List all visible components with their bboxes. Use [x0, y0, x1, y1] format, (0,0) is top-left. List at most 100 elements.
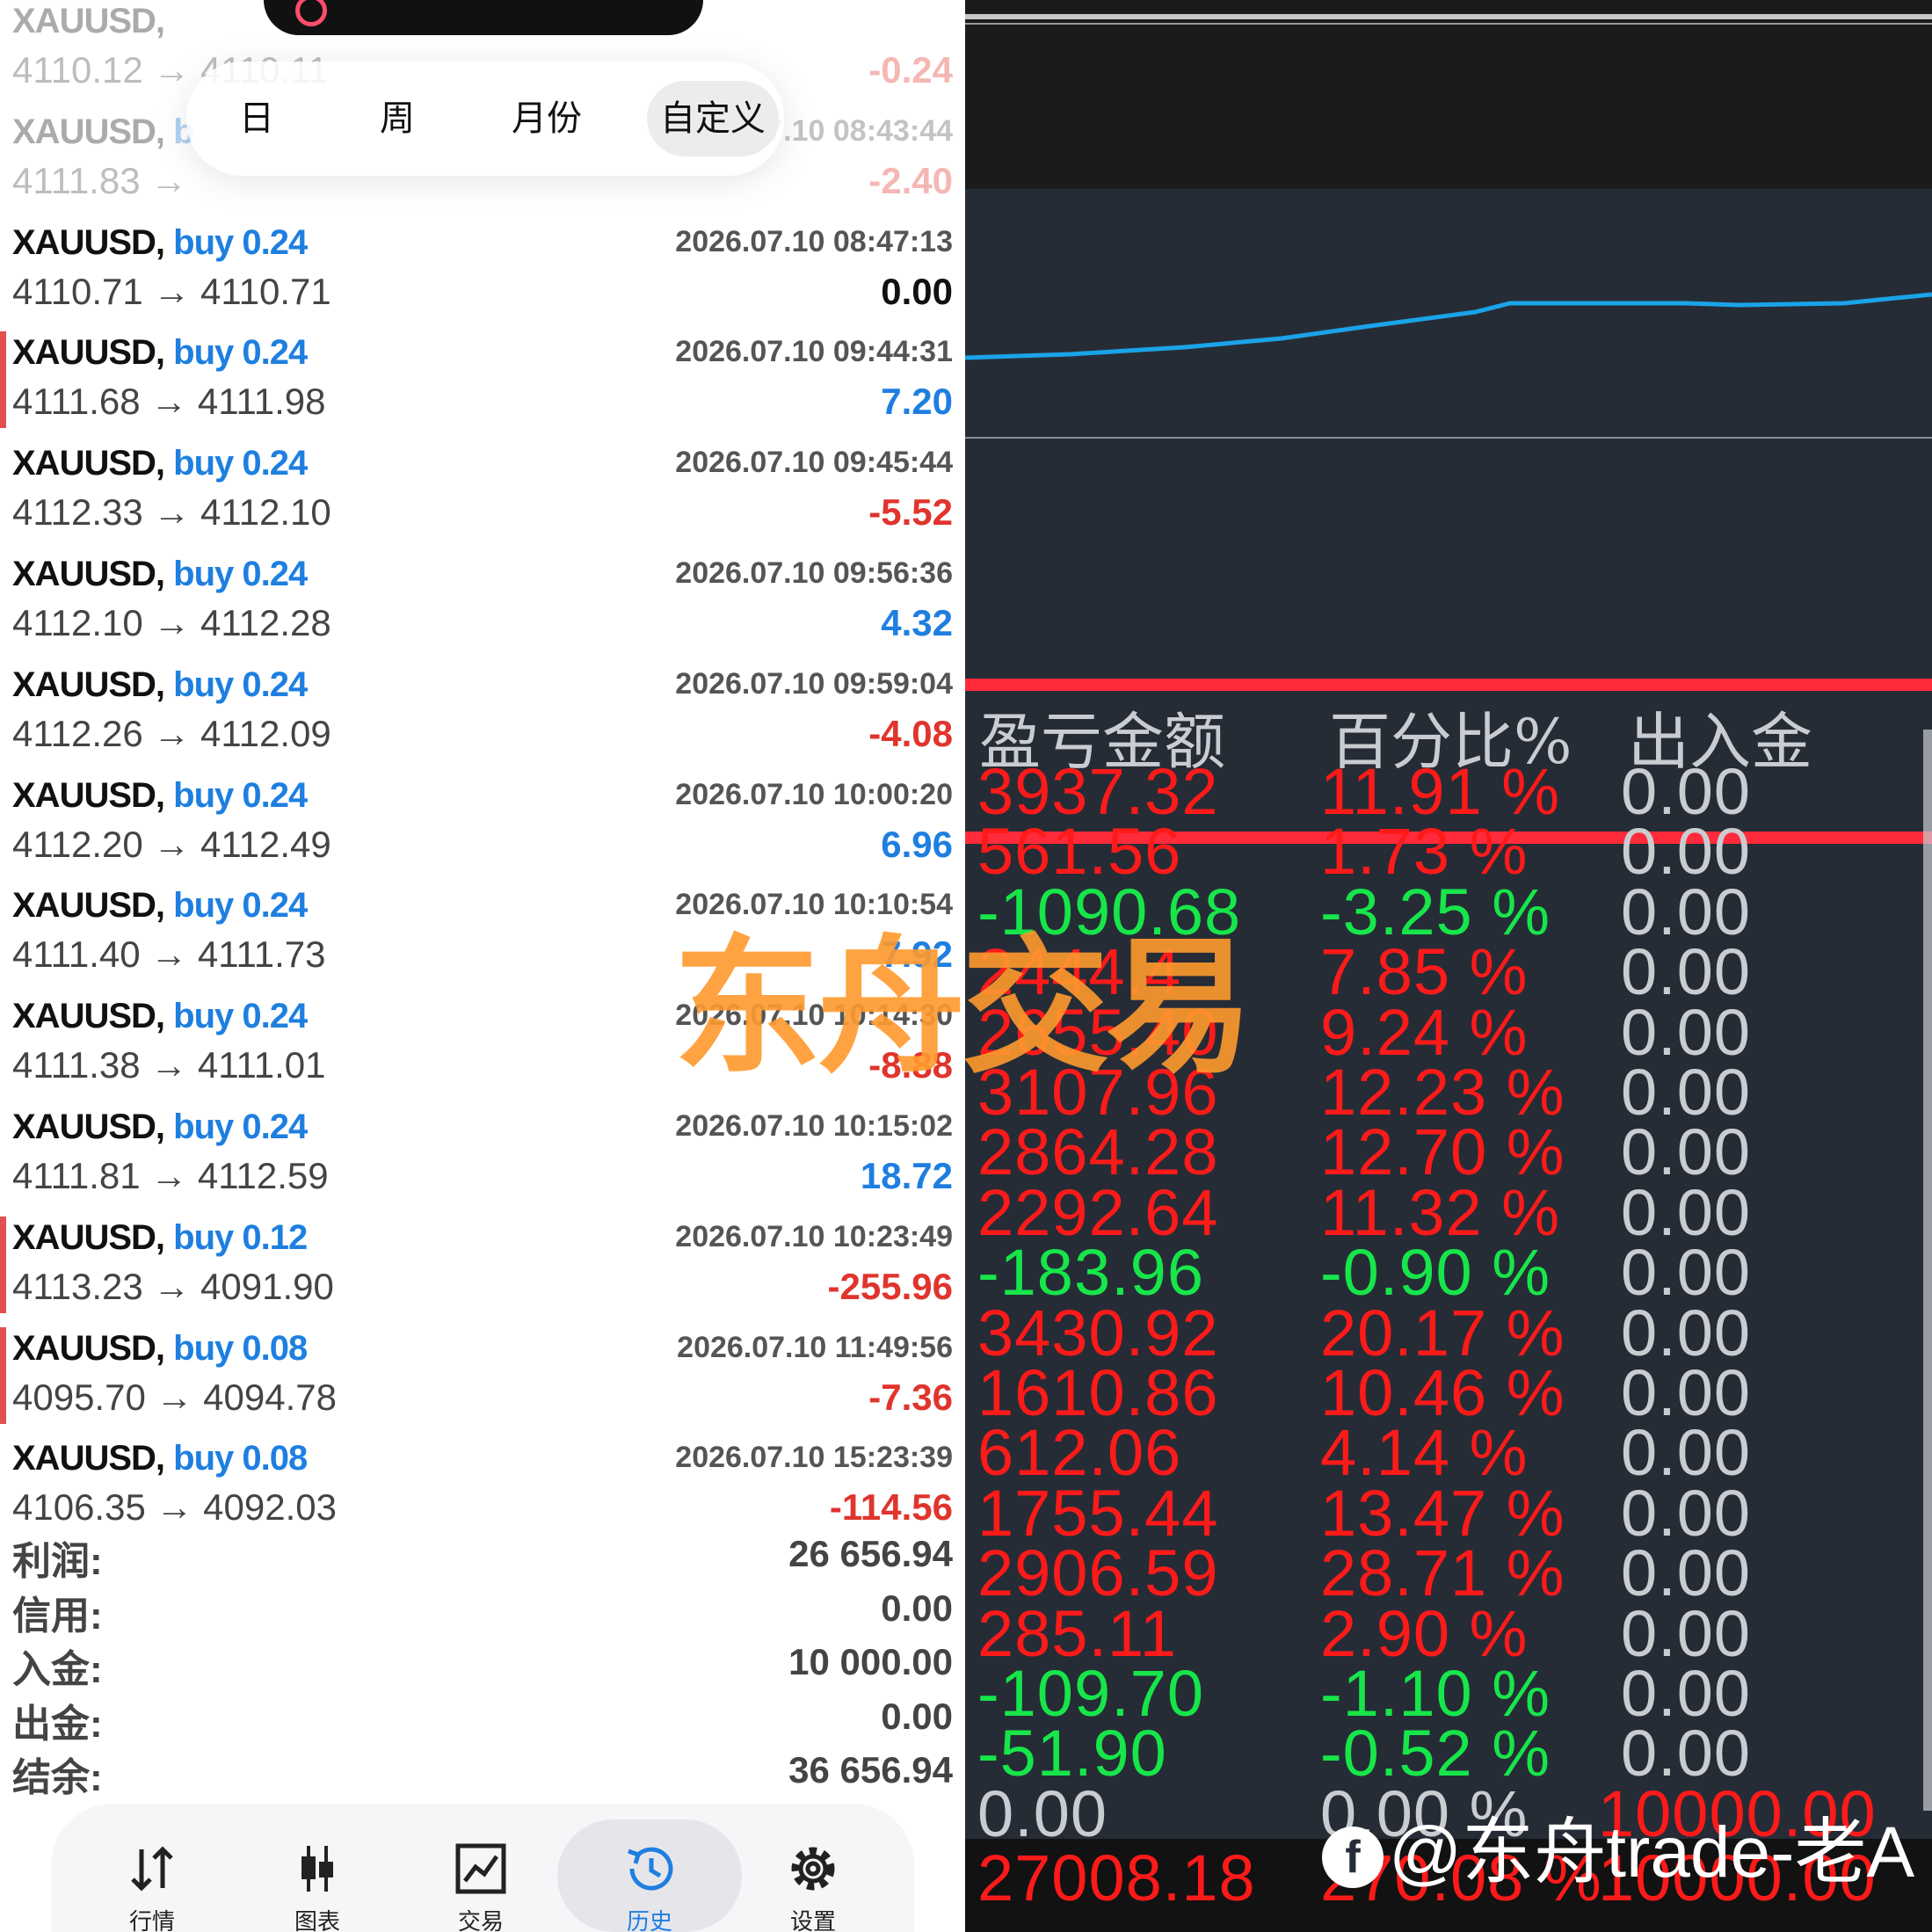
trade-time: 2026.07.10 15:23:39	[675, 1441, 953, 1475]
trade-time: 2026.07.10 10:23:49	[675, 1219, 953, 1253]
trade-symbol: XAUUSD, buy 0.24	[12, 222, 308, 262]
filter-tab-week[interactable]: 周	[327, 81, 468, 156]
trade-row[interactable]: XAUUSD, buy 0.24 2026.07.10 09:45:44 4112.…	[0, 435, 965, 546]
trade-row[interactable]: XAUUSD, buy 0.24 2026.07.10 10:00:20 4112.…	[0, 767, 965, 878]
trade-price: 4095.70 → 4094.78	[12, 1376, 337, 1418]
summary-row: 利润: 26 656.94	[0, 1529, 965, 1584]
trade-time: 2026.07.10 09:44:31	[675, 335, 953, 369]
summary-label: 利润:	[12, 1540, 103, 1583]
trade-side: buy 0.24	[173, 665, 308, 704]
summary-label: 出金:	[12, 1702, 103, 1746]
trade-side: buy 0.24	[173, 886, 308, 926]
summary-value: 36 656.94	[788, 1749, 953, 1790]
filter-tab-day[interactable]: 日	[186, 81, 327, 156]
trade-time: 2026.07.10 08:47:13	[675, 224, 953, 258]
trade-row[interactable]: XAUUSD, buy 0.24 2026.07.10 09:44:31 4111.…	[0, 324, 965, 435]
summary-row: 信用: 0.00	[0, 1584, 965, 1638]
trade-side: buy 0.24	[173, 1108, 308, 1146]
trade-side: buy 0.12	[173, 1217, 308, 1257]
trade-profit: -255.96	[827, 1265, 953, 1307]
trade-side: buy 0.24	[173, 555, 308, 593]
trade-time: 2026.07.10 09:59:04	[675, 666, 953, 701]
trade-symbol: XAUUSD, buy 0.24	[12, 665, 308, 704]
trade-profit: -4.08	[868, 712, 953, 754]
trade-row[interactable]: XAUUSD, buy 0.08 2026.07.10 15:23:39 4106.…	[0, 1430, 965, 1541]
summary-value: 10 000.00	[788, 1641, 953, 1682]
summary-row: 出金: 0.00	[0, 1692, 965, 1747]
trade-symbol: XAUUSD, buy 0.24	[12, 997, 308, 1036]
trade-symbol: XAUUSD, buy 0.24	[12, 886, 308, 926]
trade-symbol: XAUUSD, buy 0.24	[12, 333, 308, 373]
trade-price: 4113.23 → 4091.90	[12, 1265, 334, 1307]
nav-item-settings[interactable]: 设置	[747, 1804, 879, 1932]
highlight-bar-top	[965, 679, 1932, 691]
trade-symbol: XAUUSD, buy 0.24	[12, 1108, 308, 1146]
summary-value: 0.00	[881, 1587, 953, 1629]
summary-label: 信用:	[12, 1594, 103, 1638]
settings-icon	[791, 1847, 835, 1891]
trade-side: buy 0.24	[173, 997, 308, 1036]
nav-label: 行情	[128, 1908, 175, 1932]
trade-price: 4112.20 → 4112.49	[12, 823, 331, 865]
chart-border	[965, 23, 1932, 25]
trade-row[interactable]: XAUUSD, buy 0.24 2026.07.10 09:56:36 4112.…	[0, 546, 965, 657]
summary-row: 入金: 10 000.00	[0, 1638, 965, 1692]
trade-side: buy 0.24	[173, 333, 308, 373]
trade-side: buy 0.08	[173, 1439, 308, 1478]
nav-item-history[interactable]: 历史	[584, 1804, 715, 1932]
trade-profit: 18.72	[860, 1155, 953, 1196]
trade-profit: -7.36	[868, 1376, 953, 1418]
bottom-nav: 行情 图表 交易 历史 设置	[51, 1804, 914, 1932]
trade-price: 4111.68 → 4111.98	[12, 381, 326, 423]
nav-label: 历史	[626, 1908, 672, 1932]
trade-profit: -5.52	[868, 491, 953, 534]
trade-symbol: XAUUSD, buy 0.24	[12, 775, 308, 815]
filter-tab-month[interactable]: 月份	[468, 81, 626, 156]
chart-border	[965, 14, 1932, 19]
trade-time: 2026.07.10 09:45:44	[675, 446, 953, 480]
trade-icon	[455, 1843, 506, 1894]
trade-row[interactable]: XAUUSD, buy 0.12 2026.07.10 10:23:49 4113.…	[0, 1209, 965, 1320]
trade-profit: -0.24	[868, 49, 953, 91]
nav-label: 交易	[457, 1908, 504, 1932]
trade-price: 4112.33 → 4112.10	[12, 491, 331, 534]
summary-label: 入金:	[12, 1648, 103, 1691]
trade-price: 4106.35 → 4092.03	[12, 1486, 337, 1529]
summary-value: 26 656.94	[788, 1533, 953, 1574]
equity-curve-chart	[965, 292, 1932, 360]
history-icon	[628, 1847, 673, 1891]
trade-symbol: XAUUSD,	[12, 2, 165, 40]
nav-label: 设置	[789, 1908, 836, 1932]
quotes-icon	[131, 1846, 173, 1892]
total-pl: 27008.18	[977, 1841, 1256, 1914]
trade-symbol: XAUUSD, buy 0.24	[12, 555, 308, 593]
nav-item-trade[interactable]: 交易	[415, 1804, 547, 1932]
trade-price: 4112.10 → 4112.28	[12, 602, 331, 643]
trade-price: 4111.81 → 4112.59	[12, 1155, 329, 1196]
trade-row[interactable]: XAUUSD, buy 0.24 2026.07.10 10:15:02 4111.…	[0, 1099, 965, 1209]
nav-item-quotes[interactable]: 行情	[86, 1804, 218, 1932]
trade-row[interactable]: XAUUSD, buy 0.24 2026.07.10 08:47:13 4110.…	[0, 214, 965, 325]
summary-label: 结余:	[12, 1756, 103, 1799]
trade-symbol: XAUUSD, buy 0.08	[12, 1439, 308, 1478]
chart-header-area	[965, 0, 1932, 189]
nav-item-charts[interactable]: 图表	[251, 1804, 383, 1932]
trade-time: 7.10 08:43:44	[766, 113, 953, 148]
filter-tab-custom[interactable]: 自定义	[647, 81, 779, 156]
trade-side: buy 0.08	[173, 1328, 308, 1368]
watermark-text: 东舟交易	[673, 921, 1253, 1093]
trade-time: 2026.07.10 11:49:56	[677, 1330, 953, 1364]
trade-price: 4110.71 → 4110.71	[12, 270, 331, 312]
chart-gridline	[965, 437, 1932, 439]
period-filter: 日 周 月份 自定义	[186, 62, 784, 176]
equity-curve-line	[965, 292, 1932, 360]
trade-row[interactable]: XAUUSD, buy 0.08 2026.07.10 11:49:56 4095.…	[0, 1320, 965, 1431]
summary-value: 0.00	[881, 1695, 953, 1737]
summary-row: 结余: 36 656.94	[0, 1746, 965, 1800]
position-marker	[0, 331, 6, 429]
trade-profit: 6.96	[881, 823, 953, 865]
trade-time: 2026.07.10 09:56:36	[675, 556, 953, 590]
social-logo-icon: f	[1322, 1827, 1384, 1889]
trade-side: buy 0.24	[173, 222, 308, 262]
trade-row[interactable]: XAUUSD, buy 0.24 2026.07.10 09:59:04 4112.…	[0, 657, 965, 767]
